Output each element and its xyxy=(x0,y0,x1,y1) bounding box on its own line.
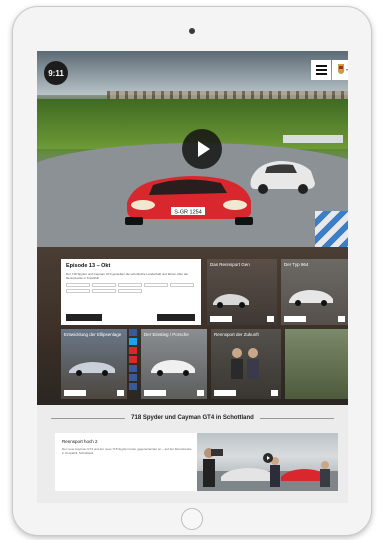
license-plate: S-GR 1254 xyxy=(174,210,202,216)
hero-video[interactable]: S-GR 1254 9:11 xyxy=(37,51,348,247)
teaser-text: Der neue Cayman GT4 und der neue 718 Spy… xyxy=(62,447,192,455)
crest-icon xyxy=(338,64,348,74)
tile-play-button[interactable] xyxy=(284,316,306,322)
trackside-banner xyxy=(283,135,343,143)
track-kerb xyxy=(315,211,348,247)
tag-chip[interactable] xyxy=(92,289,116,293)
linkedin-icon[interactable] xyxy=(129,365,137,372)
video-tile[interactable]: Entwicklung der Ellipsenlage xyxy=(61,329,127,399)
episode-more-button[interactable] xyxy=(157,314,195,321)
tile-title: Rennsport der Zukunft xyxy=(214,332,259,337)
section-title: 718 Spyder und Cayman GT4 in Schottland xyxy=(131,415,254,421)
tag-chip[interactable] xyxy=(170,283,194,287)
white-car xyxy=(250,161,315,194)
social-share-bar xyxy=(129,329,137,390)
video-tile[interactable]: Der Typ 964 xyxy=(281,259,348,325)
tag-chip[interactable] xyxy=(66,289,90,293)
red-car: S-GR 1254 xyxy=(125,176,253,225)
twitter-icon[interactable] xyxy=(129,338,137,345)
tile-play-button[interactable] xyxy=(144,390,166,396)
episode-title: Episode 13 – Okt xyxy=(66,263,111,269)
tile-play-button[interactable] xyxy=(210,316,232,322)
car-thumbnail xyxy=(289,290,333,306)
share-icon[interactable] xyxy=(197,390,204,396)
google-plus-icon[interactable] xyxy=(129,347,137,354)
tablet-frame: S-GR 1254 9:11 Episode 13 – Okt Der 718 … xyxy=(12,6,372,536)
car-thumbnail xyxy=(69,362,115,376)
share-icon[interactable] xyxy=(338,316,345,322)
sky xyxy=(37,51,348,95)
teaser-card[interactable]: Rennsport hoch 2 Der neue Cayman GT4 und… xyxy=(55,433,338,491)
landscape-tile xyxy=(285,329,348,399)
divider xyxy=(51,417,126,419)
episode-grid: Episode 13 – Okt Der 718 Spyder und Caym… xyxy=(37,247,348,405)
tile-play-button[interactable] xyxy=(64,390,86,396)
tag-chip[interactable] xyxy=(118,289,142,293)
share-icon[interactable] xyxy=(117,390,124,396)
episode-description: Der 718 Spyder und Cayman GT4 genießen d… xyxy=(66,272,188,280)
episode-card: Episode 13 – Okt Der 718 Spyder und Caym… xyxy=(61,259,201,325)
tile-title: Der Einstieg / Porsche xyxy=(144,332,189,337)
car-thumbnail xyxy=(151,360,195,376)
video-tile[interactable]: Der Einstieg / Porsche xyxy=(141,329,207,399)
teaser-video[interactable] xyxy=(197,433,338,491)
tag-chip[interactable] xyxy=(144,283,168,287)
facebook-icon[interactable] xyxy=(129,329,137,336)
app-screen: S-GR 1254 9:11 Episode 13 – Okt Der 718 … xyxy=(37,51,348,503)
people-thumbnail xyxy=(231,348,259,379)
time-badge: 9:11 xyxy=(44,61,68,85)
pinterest-icon[interactable] xyxy=(129,356,137,363)
section-header: 718 Spyder und Cayman GT4 in Schottland xyxy=(37,415,348,421)
episode-tags xyxy=(66,283,196,293)
hamburger-icon xyxy=(315,65,327,67)
divider xyxy=(259,417,335,419)
video-tile[interactable]: Rennsport der Zukunft xyxy=(211,329,281,399)
share-icon[interactable] xyxy=(267,316,274,322)
play-button[interactable] xyxy=(263,453,273,463)
menu-button[interactable] xyxy=(311,60,331,80)
tile-title: Das Rennsport Gen xyxy=(210,262,250,267)
tag-chip[interactable] xyxy=(66,283,90,287)
share-icon[interactable] xyxy=(271,390,278,396)
video-tile[interactable]: Das Rennsport Gen xyxy=(207,259,277,325)
mail-icon[interactable] xyxy=(129,374,137,381)
home-button[interactable] xyxy=(181,508,203,530)
car-thumbnail xyxy=(213,294,249,308)
tag-chip[interactable] xyxy=(118,283,142,287)
episode-play-button[interactable] xyxy=(66,314,102,321)
front-camera xyxy=(189,28,195,34)
play-button[interactable] xyxy=(182,129,222,169)
share-icon[interactable] xyxy=(129,383,137,390)
teaser-title: Rennsport hoch 2 xyxy=(62,439,98,444)
tile-title: Entwicklung der Ellipsenlage xyxy=(64,332,122,337)
tag-chip[interactable] xyxy=(92,283,116,287)
tile-title: Der Typ 964 xyxy=(284,262,309,267)
tile-play-button[interactable] xyxy=(214,390,236,396)
porsche-logo[interactable] xyxy=(332,60,348,80)
